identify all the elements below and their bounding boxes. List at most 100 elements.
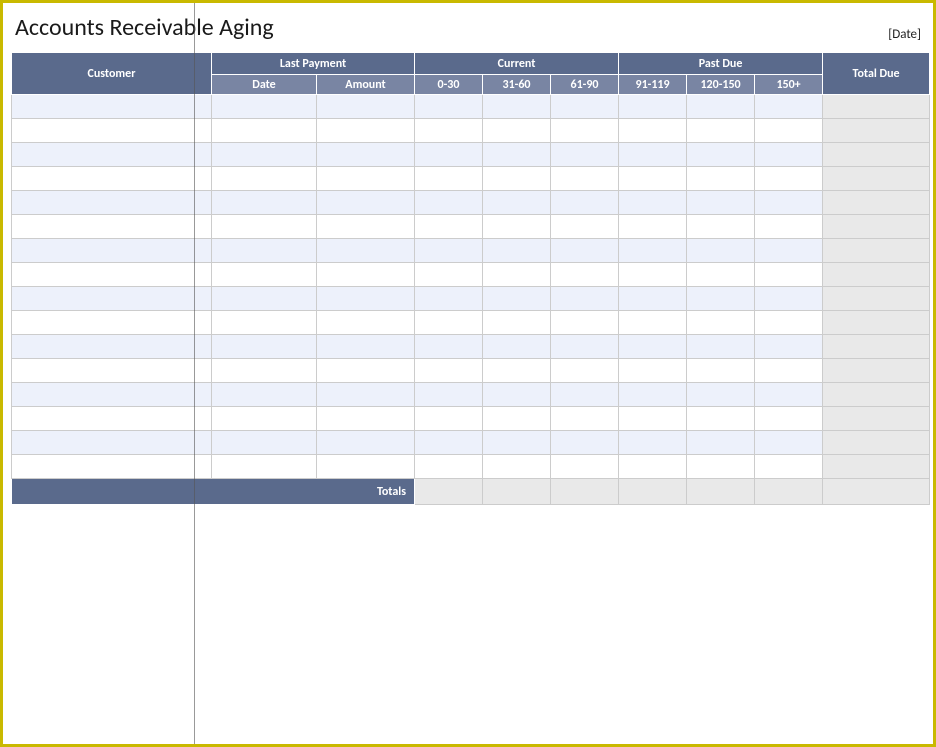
cell-61-90[interactable] xyxy=(551,407,619,431)
cell-91-119[interactable] xyxy=(619,359,687,383)
cell-61-90[interactable] xyxy=(551,167,619,191)
cell-customer[interactable] xyxy=(12,143,212,167)
cell-91-119[interactable] xyxy=(619,311,687,335)
cell-120-150[interactable] xyxy=(687,311,755,335)
cell-customer[interactable] xyxy=(12,287,212,311)
cell-120-150[interactable] xyxy=(687,335,755,359)
cell-total-due[interactable] xyxy=(823,167,930,191)
cell-0-30[interactable] xyxy=(415,119,483,143)
cell-31-60[interactable] xyxy=(483,311,551,335)
cell-31-60[interactable] xyxy=(483,167,551,191)
cell-amount[interactable] xyxy=(317,335,415,359)
cell-91-119[interactable] xyxy=(619,383,687,407)
cell-date[interactable] xyxy=(212,239,317,263)
cell-150-plus[interactable] xyxy=(755,191,823,215)
cell-150-plus[interactable] xyxy=(755,287,823,311)
cell-61-90[interactable] xyxy=(551,239,619,263)
cell-91-119[interactable] xyxy=(619,287,687,311)
cell-31-60[interactable] xyxy=(483,191,551,215)
cell-total-due[interactable] xyxy=(823,455,930,479)
cell-150-plus[interactable] xyxy=(755,239,823,263)
cell-31-60[interactable] xyxy=(483,455,551,479)
cell-total-due[interactable] xyxy=(823,95,930,119)
cell-150-plus[interactable] xyxy=(755,335,823,359)
totals-31-60[interactable] xyxy=(483,479,551,505)
cell-0-30[interactable] xyxy=(415,455,483,479)
cell-120-150[interactable] xyxy=(687,263,755,287)
cell-31-60[interactable] xyxy=(483,407,551,431)
cell-120-150[interactable] xyxy=(687,143,755,167)
cell-customer[interactable] xyxy=(12,263,212,287)
cell-61-90[interactable] xyxy=(551,455,619,479)
cell-120-150[interactable] xyxy=(687,191,755,215)
cell-0-30[interactable] xyxy=(415,263,483,287)
cell-total-due[interactable] xyxy=(823,407,930,431)
cell-120-150[interactable] xyxy=(687,239,755,263)
cell-total-due[interactable] xyxy=(823,431,930,455)
cell-91-119[interactable] xyxy=(619,407,687,431)
cell-0-30[interactable] xyxy=(415,143,483,167)
cell-date[interactable] xyxy=(212,455,317,479)
cell-91-119[interactable] xyxy=(619,455,687,479)
cell-91-119[interactable] xyxy=(619,335,687,359)
cell-91-119[interactable] xyxy=(619,95,687,119)
cell-120-150[interactable] xyxy=(687,215,755,239)
cell-61-90[interactable] xyxy=(551,263,619,287)
cell-amount[interactable] xyxy=(317,95,415,119)
cell-150-plus[interactable] xyxy=(755,263,823,287)
totals-120-150[interactable] xyxy=(687,479,755,505)
cell-150-plus[interactable] xyxy=(755,311,823,335)
cell-0-30[interactable] xyxy=(415,215,483,239)
cell-customer[interactable] xyxy=(12,215,212,239)
cell-150-plus[interactable] xyxy=(755,143,823,167)
cell-total-due[interactable] xyxy=(823,191,930,215)
cell-91-119[interactable] xyxy=(619,263,687,287)
totals-total-due[interactable] xyxy=(823,479,930,505)
cell-date[interactable] xyxy=(212,311,317,335)
cell-total-due[interactable] xyxy=(823,287,930,311)
cell-customer[interactable] xyxy=(12,359,212,383)
cell-61-90[interactable] xyxy=(551,335,619,359)
cell-31-60[interactable] xyxy=(483,335,551,359)
cell-total-due[interactable] xyxy=(823,263,930,287)
totals-150-plus[interactable] xyxy=(755,479,823,505)
cell-61-90[interactable] xyxy=(551,215,619,239)
cell-amount[interactable] xyxy=(317,407,415,431)
cell-150-plus[interactable] xyxy=(755,215,823,239)
cell-customer[interactable] xyxy=(12,311,212,335)
cell-91-119[interactable] xyxy=(619,119,687,143)
cell-150-plus[interactable] xyxy=(755,95,823,119)
cell-amount[interactable] xyxy=(317,287,415,311)
cell-61-90[interactable] xyxy=(551,311,619,335)
cell-91-119[interactable] xyxy=(619,239,687,263)
cell-amount[interactable] xyxy=(317,191,415,215)
cell-0-30[interactable] xyxy=(415,95,483,119)
cell-31-60[interactable] xyxy=(483,143,551,167)
cell-150-plus[interactable] xyxy=(755,407,823,431)
cell-0-30[interactable] xyxy=(415,383,483,407)
totals-0-30[interactable] xyxy=(415,479,483,505)
cell-date[interactable] xyxy=(212,215,317,239)
cell-total-due[interactable] xyxy=(823,311,930,335)
cell-customer[interactable] xyxy=(12,191,212,215)
cell-150-plus[interactable] xyxy=(755,119,823,143)
cell-31-60[interactable] xyxy=(483,263,551,287)
cell-date[interactable] xyxy=(212,263,317,287)
totals-61-90[interactable] xyxy=(551,479,619,505)
cell-customer[interactable] xyxy=(12,431,212,455)
cell-61-90[interactable] xyxy=(551,191,619,215)
cell-amount[interactable] xyxy=(317,143,415,167)
cell-amount[interactable] xyxy=(317,239,415,263)
cell-120-150[interactable] xyxy=(687,287,755,311)
cell-customer[interactable] xyxy=(12,239,212,263)
cell-date[interactable] xyxy=(212,119,317,143)
cell-61-90[interactable] xyxy=(551,287,619,311)
cell-date[interactable] xyxy=(212,191,317,215)
cell-total-due[interactable] xyxy=(823,359,930,383)
cell-total-due[interactable] xyxy=(823,335,930,359)
cell-91-119[interactable] xyxy=(619,191,687,215)
cell-customer[interactable] xyxy=(12,119,212,143)
cell-0-30[interactable] xyxy=(415,311,483,335)
cell-150-plus[interactable] xyxy=(755,383,823,407)
cell-total-due[interactable] xyxy=(823,239,930,263)
